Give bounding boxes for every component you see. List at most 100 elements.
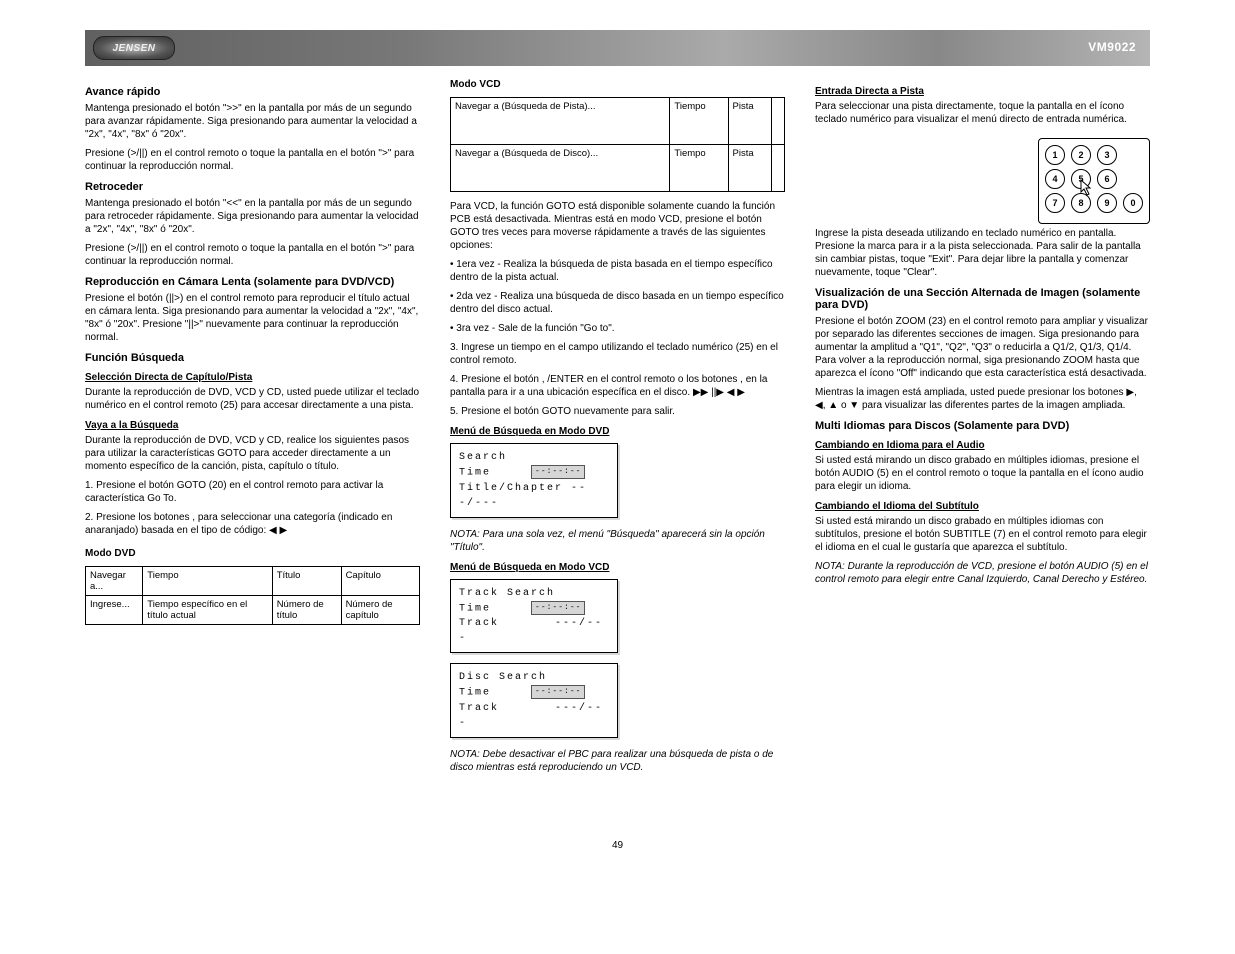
box-label: Track	[459, 703, 499, 714]
box-line: Search	[459, 450, 609, 465]
dvd-table-cell: Capítulo	[341, 567, 419, 596]
left-arrow-icon: ◀	[815, 400, 823, 411]
dvd-table-cell: Ingrese...	[86, 596, 143, 625]
left-arrow-icon: ◀	[727, 386, 735, 399]
box-line: Track ---/---	[459, 616, 609, 646]
brand-logo: JENSEN	[93, 36, 175, 60]
dvd-table-cell: Título	[272, 567, 341, 596]
box-label: Track	[459, 618, 499, 629]
note-1: NOTA: Para una sola vez, el menú "Búsque…	[450, 528, 785, 554]
ff-p1: Mantenga presionado el botón ">>" en la …	[85, 102, 420, 141]
column-middle: Modo VCD Navegar a (Búsqueda de Pista)..…	[450, 78, 785, 780]
column-left: Avance rápido Mantenga presionado el bot…	[85, 78, 420, 780]
vcd-table-cell: Tiempo	[670, 98, 728, 145]
keypad-p: Para seleccionar una pista directamente,…	[815, 100, 1150, 126]
key-2[interactable]: 2	[1071, 145, 1091, 165]
time-box: --:--:--	[531, 685, 585, 699]
time-box: --:--:--	[531, 465, 585, 479]
goto-subhead: Vaya a la Búsqueda	[85, 420, 420, 431]
ff-icon: ▶▶	[693, 386, 708, 399]
right-arrow-icon: ▶	[1126, 387, 1134, 398]
key-6[interactable]: 6	[1097, 169, 1117, 189]
box-label: Time	[459, 468, 491, 479]
note-3: NOTA: Durante la reproducción de VCD, pr…	[815, 560, 1150, 586]
keypad-title: Entrada Directa a Pista	[815, 86, 1150, 97]
vz-p2-pre: Mientras la imagen está ampliada, usted …	[815, 387, 1126, 398]
note-2: NOTA: Debe desactivar el PBC para realiz…	[450, 748, 785, 774]
vcd-table-cell	[771, 98, 784, 145]
dvd-search-menu-sub: Menú de Búsqueda en Modo DVD	[450, 426, 785, 437]
audio-p: Si usted está mirando un disco grabado e…	[815, 454, 1150, 493]
keypad: 1 2 3 4 5 6 7 8 9 0	[1038, 138, 1150, 224]
column-right: Entrada Directa a Pista Para seleccionar…	[815, 78, 1150, 780]
ff-p2: Presione (>/||) en el control remoto o t…	[85, 147, 420, 173]
step-4: 4. Presione el botón , /ENTER en el cont…	[450, 373, 785, 399]
pbc-intro: Para VCD, la función GOTO está disponibl…	[450, 200, 785, 252]
header-bar: JENSEN VM9022	[85, 30, 1150, 66]
direct-subhead: Selección Directa de Capítulo/Pista	[85, 372, 420, 383]
vcd-disc-search-box: Disc Search Time --:--:-- Track ---/---	[450, 663, 618, 738]
key-1[interactable]: 1	[1045, 145, 1065, 165]
key-7[interactable]: 7	[1045, 193, 1065, 213]
vcd-table-cell: Pista	[728, 98, 771, 145]
key-8[interactable]: 8	[1071, 193, 1091, 213]
right-arrow-icon: ▶	[280, 525, 288, 536]
vcd-table-cell	[771, 145, 784, 192]
slow-title: Reproducción en Cámara Lenta (solamente …	[85, 276, 420, 288]
vcd-table-cell: Pista	[728, 145, 771, 192]
box-line: Time --:--:--	[459, 465, 609, 481]
up-arrow-icon: ▲	[828, 400, 838, 411]
vcd-table-title: Modo VCD	[450, 78, 785, 91]
audio-sub: Cambiando en Idioma para el Audio	[815, 440, 1150, 451]
key-9[interactable]: 9	[1097, 193, 1117, 213]
rw-p2: Presione (>/||) en el control remoto o t…	[85, 242, 420, 268]
model-label: VM9022	[1088, 40, 1136, 54]
dvd-table-cell: Número de capítulo	[341, 596, 419, 625]
key-5[interactable]: 5	[1071, 169, 1091, 189]
frame-forward-icon: ||▶	[711, 386, 724, 399]
box-line: Title/Chapter ---/---	[459, 481, 609, 511]
multi-title: Multi Idiomas para Discos (Solamente par…	[815, 420, 1150, 432]
time-box: --:--:--	[531, 601, 585, 615]
key-4[interactable]: 4	[1045, 169, 1065, 189]
pbc-li2: • 2da vez - Realiza una búsqueda de disc…	[450, 290, 785, 316]
vcd-track-search-box: Track Search Time --:--:-- Track ---/---	[450, 579, 618, 654]
left-arrow-icon: ◀	[269, 525, 277, 536]
vcd-table-cell: Tiempo	[670, 145, 728, 192]
down-arrow-icon: ▼	[849, 400, 859, 411]
box-line: Time --:--:--	[459, 685, 609, 701]
step-2-text: 2. Presione los botones , para seleccion…	[85, 512, 392, 536]
page-number: 49	[0, 840, 1235, 851]
vcd-mode-table: Navegar a (Búsqueda de Pista)... Tiempo …	[450, 97, 785, 192]
key-3[interactable]: 3	[1097, 145, 1117, 165]
pbc-li1: • 1era vez - Realiza la búsqueda de pist…	[450, 258, 785, 284]
dvd-table-cell: Tiempo	[143, 567, 272, 596]
step-1: 1. Presione el botón GOTO (20) en el con…	[85, 479, 420, 505]
goto-p: Durante la reproducción de DVD, VCD y CD…	[85, 434, 420, 473]
vcd-table-cell: Navegar a (Búsqueda de Disco)...	[451, 145, 670, 192]
right-arrow-icon: ▶	[737, 386, 745, 399]
viewzoom-title: Visualización de una Sección Alternada d…	[815, 287, 1150, 311]
step-3: 3. Ingrese un tiempo en el campo utiliza…	[450, 341, 785, 367]
box-line: Time --:--:--	[459, 601, 609, 617]
dvd-table-cell: Número de título	[272, 596, 341, 625]
vz-p2: Mientras la imagen está ampliada, usted …	[815, 386, 1150, 412]
rewind-title: Retroceder	[85, 181, 420, 193]
vcd-search-menu-sub: Menú de Búsqueda en Modo VCD	[450, 562, 785, 573]
vz-p2-post: para visualizar las diferentes partes de…	[862, 400, 1125, 411]
box-label: Time	[459, 688, 491, 699]
pbc-li3: • 3ra vez - Sale de la función "Go to".	[450, 322, 785, 335]
box-line: Track Search	[459, 586, 609, 601]
subtitle-p: Si usted está mirando un disco grabado e…	[815, 515, 1150, 554]
key-0[interactable]: 0	[1123, 193, 1143, 213]
vz-p: Presione el botón ZOOM (23) en el contro…	[815, 315, 1150, 380]
box-line: Track ---/---	[459, 701, 609, 731]
box-label: Time	[459, 603, 491, 614]
dvd-table-cell: Tiempo específico en el título actual	[143, 596, 272, 625]
rw-p1: Mantenga presionado el botón "<<" en la …	[85, 197, 420, 236]
search-heading: Función Búsqueda	[85, 352, 420, 364]
slow-p: Presione el botón (||>) en el control re…	[85, 292, 420, 344]
dvd-table-cell: Navegar a...	[86, 567, 143, 596]
subtitle-sub: Cambiando el Idioma del Subtítulo	[815, 501, 1150, 512]
dvd-table-title: Modo DVD	[85, 547, 420, 560]
